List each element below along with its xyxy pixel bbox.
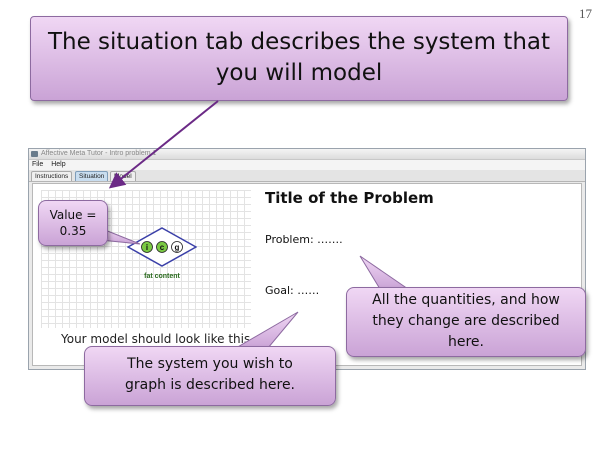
title-callout-line-2: you will model: [215, 60, 383, 86]
goal-text: Goal: ……: [265, 284, 320, 297]
window-title: Affective Meta Tutor - Intro problem 1: [41, 150, 157, 157]
value-callout-line-1: Value =: [49, 208, 97, 222]
system-callout-line-2: graph is described here.: [124, 377, 296, 393]
value-callout: Value = 0.35: [38, 200, 108, 246]
window-titlebar: Affective Meta Tutor - Intro problem 1: [29, 149, 585, 160]
title-callout: The situation tab describes the system t…: [30, 16, 568, 101]
value-callout-line-2: 0.35: [59, 224, 87, 238]
app-icon: [31, 151, 38, 157]
node-label: fat content: [144, 273, 180, 280]
problem-title: Title of the Problem: [265, 189, 434, 207]
title-callout-line-1: The situation tab describes the system t…: [47, 29, 551, 55]
node-circle-c: c: [156, 241, 168, 253]
menu-bar: File Help: [29, 160, 585, 170]
tab-situation[interactable]: Situation: [75, 171, 109, 181]
tab-bar: Instructions Situation Model: [29, 170, 585, 182]
node-circle-g: g: [171, 241, 183, 253]
model-caption: Your model should look like this.: [61, 332, 255, 346]
tab-instructions[interactable]: Instructions: [31, 171, 73, 181]
menu-file[interactable]: File: [32, 161, 43, 168]
tab-model[interactable]: Model: [110, 171, 136, 181]
node-letter-g: g: [175, 243, 180, 252]
system-callout: The system you wish to graph is describe…: [84, 346, 336, 406]
menu-help[interactable]: Help: [51, 161, 65, 168]
slide-number: 17: [579, 6, 592, 21]
node-letter-c: c: [160, 243, 165, 252]
problem-text: Problem: …….: [265, 233, 343, 246]
quantities-callout: All the quantities, and how they change …: [346, 287, 586, 357]
quantities-callout-line-3: here.: [448, 334, 484, 350]
node-letter-i: i: [146, 243, 148, 252]
quantities-callout-line-2: they change are described: [372, 313, 560, 329]
quantities-callout-line-1: All the quantities, and how: [372, 292, 560, 308]
model-node-diamond: i c g: [127, 227, 197, 267]
node-circle-i: i: [141, 241, 153, 253]
system-callout-line-1: The system you wish to: [127, 356, 293, 372]
